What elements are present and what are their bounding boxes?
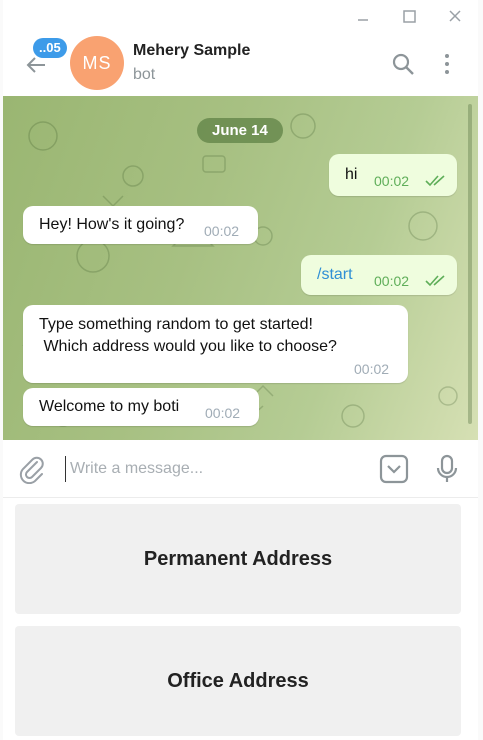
message-time: 00:02 [374,273,410,289]
chat-messages-area[interactable]: June 14 hi 00:02 Hey! How's it going? 00… [3,96,478,440]
telegram-chat-window: ..05 MS Mehery Sample bot June 14 hi 00:… [3,0,478,740]
avatar[interactable]: MS [70,36,124,90]
more-dot-icon [445,62,449,66]
reply-button-permanent-address[interactable]: Permanent Address [15,504,461,614]
bot-command-link[interactable]: /start [317,266,353,284]
microphone-icon [436,454,458,482]
maximize-button[interactable] [386,0,432,32]
read-checkmarks-icon [425,275,445,287]
close-icon [449,10,461,22]
minimize-icon [358,19,368,21]
attach-button[interactable] [17,454,47,485]
reply-keyboard: Permanent Address Office Address [3,498,478,740]
message-time: 00:02 [204,223,240,239]
message-input[interactable] [65,456,365,482]
paperclip-icon [19,456,44,485]
incoming-message[interactable]: Hey! How's it going? 00:02 [23,206,258,244]
background-app-right-edge [478,0,483,740]
outgoing-message[interactable]: /start 00:02 [301,255,457,295]
close-button[interactable] [432,0,478,32]
message-text: Welcome to my boti [39,398,180,415]
message-text: Hey! How's it going? [39,216,185,233]
search-icon [392,53,414,75]
keyboard-toggle-icon [379,454,409,484]
outgoing-message[interactable]: hi 00:02 [329,154,457,196]
read-checkmarks-icon [425,175,445,187]
incoming-message[interactable]: Welcome to my boti 00:02 [23,388,259,426]
more-options-button[interactable] [439,50,455,78]
message-composer [3,440,478,498]
window-controls [340,0,478,32]
chat-title[interactable]: Mehery Sample [133,42,250,60]
message-text: hi [345,166,358,183]
message-text-line: Which address would you like to choose? [39,338,337,355]
incoming-message[interactable]: Type something random to get started! Wh… [23,305,408,383]
date-separator: June 14 [197,118,283,143]
voice-message-button[interactable] [435,454,459,484]
message-text-line: Type something random to get started! [39,316,313,333]
search-button[interactable] [391,52,415,76]
more-dot-icon [445,54,449,58]
more-dot-icon [445,70,449,74]
chat-scrollbar[interactable] [468,104,472,424]
chat-header: ..05 MS Mehery Sample bot [3,32,478,96]
unread-count-badge: ..05 [33,38,67,58]
chat-status: bot [133,66,156,83]
message-time: 00:02 [374,173,410,189]
message-time: 00:02 [205,405,241,421]
bot-keyboard-toggle-button[interactable] [379,454,409,484]
reply-button-office-address[interactable]: Office Address [15,626,461,736]
message-time: 00:02 [354,361,390,377]
minimize-button[interactable] [340,0,386,32]
maximize-icon [402,9,416,23]
